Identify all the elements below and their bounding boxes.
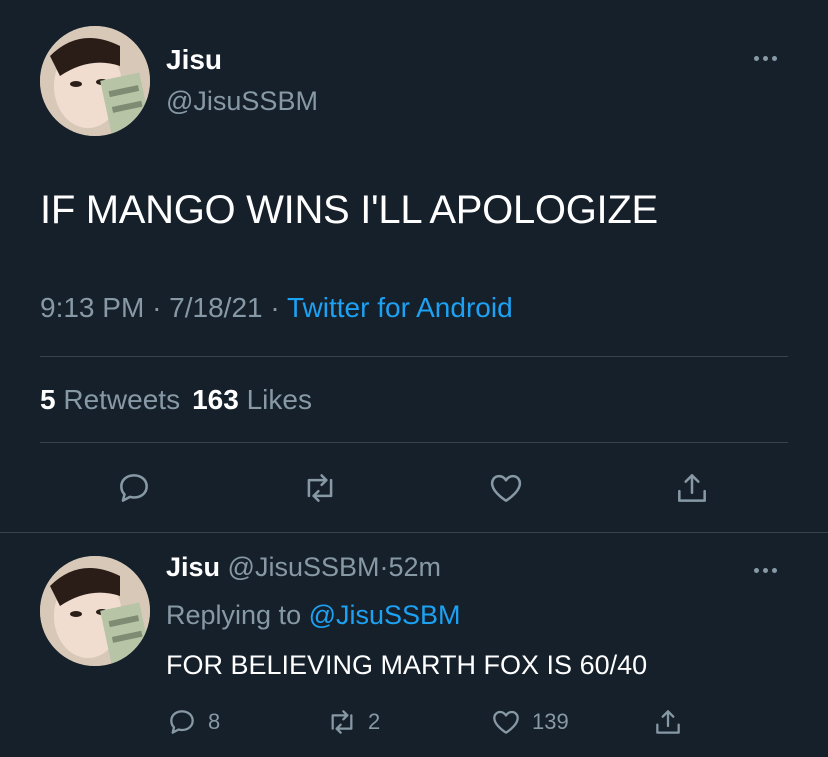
retweet-count: 2 (368, 709, 381, 734)
meta-separator: · (270, 292, 280, 323)
tweet-time: 9:13 PM (40, 292, 145, 323)
retweet-icon (331, 710, 353, 734)
likes-label: Likes (246, 384, 312, 415)
reply-text: FOR BELIEVING MARTH FOX IS 60/40 (166, 650, 648, 680)
reply-retweet-button[interactable]: 2 (326, 704, 380, 740)
reply-author-name[interactable]: Jisu (166, 552, 220, 582)
tweet-source-link[interactable]: Twitter for Android (287, 292, 513, 323)
share-icon (656, 710, 680, 734)
author-name[interactable]: Jisu (166, 44, 222, 76)
reply-author-handle[interactable]: @JisuSSBM (228, 552, 380, 582)
likes-count: 163 (192, 384, 239, 415)
like-button[interactable] (484, 466, 528, 510)
meta-separator: · (152, 292, 162, 323)
retweets-label: Retweets (63, 384, 181, 415)
avatar[interactable] (40, 26, 150, 136)
reply-age: 52m (388, 552, 442, 582)
like-icon (493, 710, 519, 734)
divider (40, 442, 788, 443)
retweet-button[interactable] (298, 466, 342, 510)
more-options-icon[interactable] (754, 568, 777, 573)
reply-like-button[interactable]: 139 (490, 704, 569, 740)
reply-header: Jisu @JisuSSBM·52m (166, 552, 441, 583)
reply-icon (170, 710, 194, 734)
reply-reply-button[interactable]: 8 (166, 704, 220, 740)
divider (40, 356, 788, 357)
replying-to: Replying to @JisuSSBM (166, 600, 461, 631)
retweets-count: 5 (40, 384, 56, 415)
avatar-image (40, 26, 150, 136)
share-button[interactable] (670, 466, 714, 510)
author-handle[interactable]: @JisuSSBM (166, 86, 318, 117)
reply-count: 8 (208, 709, 221, 734)
avatar[interactable] (40, 556, 150, 666)
divider (0, 532, 828, 533)
retweets-stat[interactable]: 5 Retweets (40, 384, 180, 415)
more-options-icon[interactable] (754, 56, 777, 61)
reply-button[interactable] (112, 466, 156, 510)
tweet-text: IF MANGO WINS I'LL APOLOGIZE (40, 188, 658, 232)
like-icon (490, 474, 522, 502)
retweet-icon (307, 474, 333, 502)
replying-to-handle[interactable]: @JisuSSBM (309, 600, 461, 630)
reply-share-button[interactable] (652, 704, 684, 740)
likes-stat[interactable]: 163 Likes (192, 384, 312, 415)
reply-separator: · (379, 552, 389, 582)
like-count: 139 (532, 709, 569, 734)
replying-to-label: Replying to (166, 600, 302, 630)
tweet-date: 7/18/21 (169, 292, 263, 323)
engagement-stats: 5 Retweets 163 Likes (40, 384, 312, 416)
avatar-image (40, 556, 150, 666)
tweet-meta: 9:13 PM · 7/18/21 · Twitter for Android (40, 292, 513, 324)
share-icon (678, 474, 706, 502)
reply-icon (120, 474, 148, 502)
